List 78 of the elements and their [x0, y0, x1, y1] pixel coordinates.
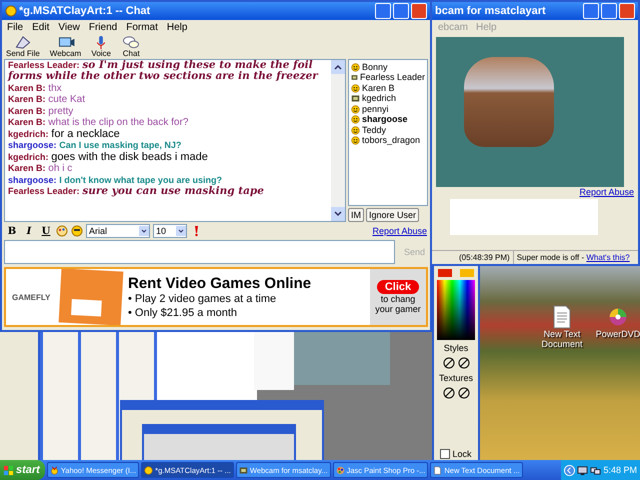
- menu-item[interactable]: Friend: [88, 22, 118, 33]
- palette-icon: [336, 466, 345, 474]
- chat-message: Karen B: oh i c: [8, 163, 74, 175]
- text-file-icon[interactable]: [552, 305, 572, 329]
- chat-message: kgedrich: goes with the disk beads i made: [8, 152, 209, 164]
- member-item[interactable]: Bonny: [351, 62, 425, 72]
- clock: 5:48 PM: [603, 465, 637, 475]
- color-picker[interactable]: [437, 280, 475, 340]
- speech-bubbles-icon: [121, 34, 142, 50]
- close-button[interactable]: [619, 3, 635, 19]
- ad-heading: Rent Video Games Online: [128, 274, 312, 292]
- chat-message: shargoose: Can I use masking tape, NJ?: [8, 140, 182, 152]
- message-input[interactable]: [4, 240, 395, 264]
- lock-checkbox[interactable]: Lock: [440, 449, 472, 459]
- toolbar-button[interactable]: Send File: [6, 34, 40, 59]
- ad-bullet: • Play 2 video games at a time: [128, 292, 278, 306]
- section-label: Styles: [444, 343, 468, 353]
- desktop-icon-label[interactable]: PowerDVD: [596, 329, 640, 339]
- windows-logo-icon: [3, 464, 14, 476]
- chat-message: Karen B: pretty: [8, 106, 74, 118]
- scroll-up-icon[interactable]: [331, 60, 345, 74]
- bold-button[interactable]: B: [5, 224, 19, 238]
- menu-item[interactable]: Help: [166, 22, 188, 33]
- background-swatch[interactable]: [460, 269, 474, 277]
- member-item[interactable]: tobors_dragon: [351, 135, 425, 146]
- menu-item[interactable]: File: [7, 22, 24, 33]
- minimize-button[interactable]: [375, 2, 391, 19]
- member-item[interactable]: Fearless Leader: [351, 72, 425, 83]
- chat-message: Fearless Leader: sure you can use masking tape: [8, 186, 265, 198]
- scrollbar[interactable]: [331, 60, 345, 222]
- whats-this-link[interactable]: What's this?: [586, 253, 630, 262]
- window-title: *g.MSATClayArt:1 -- Chat: [19, 4, 152, 17]
- brand-logo: GAMEFLY: [11, 292, 52, 302]
- minimize-button[interactable]: [583, 3, 599, 19]
- monitor-icon[interactable]: [577, 464, 588, 476]
- envelope-picture: [58, 269, 124, 325]
- font-dropdown[interactable]: Arial: [86, 224, 150, 238]
- maximize-button[interactable]: [601, 3, 617, 19]
- member-item[interactable]: Karen B: [351, 82, 425, 94]
- menu-item[interactable]: Format: [126, 22, 158, 33]
- maximize-button[interactable]: [393, 2, 409, 19]
- chat-message: Karen B: what is the clip on the back for?: [8, 117, 190, 129]
- ad-text: your gamer: [375, 304, 421, 314]
- toolbar-button[interactable]: Chat: [121, 34, 142, 59]
- report-abuse-link[interactable]: Report Abuse: [372, 226, 427, 236]
- window-title: bcam for msatclayart: [435, 5, 547, 17]
- member-item[interactable]: shargoose: [351, 114, 425, 125]
- member-item[interactable]: kgedrich: [351, 93, 425, 104]
- chat-message: Karen B: cute Kat: [8, 94, 86, 106]
- scroll-down-icon[interactable]: [331, 207, 345, 222]
- menu-item[interactable]: View: [58, 22, 80, 33]
- member-item[interactable]: pennyi: [351, 104, 425, 114]
- chat-message: kgedrich: for a necklace: [8, 128, 121, 140]
- member-item[interactable]: Teddy: [351, 124, 425, 136]
- foreground-swatch[interactable]: [438, 269, 452, 277]
- status-text: Super mode is off -: [516, 253, 586, 262]
- chat-message: Karen B: thx: [8, 82, 63, 94]
- ad-bullet: • Only $21.95 a month: [128, 306, 238, 320]
- section-label: Textures: [438, 373, 473, 383]
- size-dropdown[interactable]: 10: [153, 224, 187, 238]
- list-button[interactable]: IM: [348, 208, 364, 222]
- toolbar-button[interactable]: Voice: [91, 34, 112, 59]
- chat-message: Fearless Leader: so I'm just using these to make the foil forms while the other two sections are in the freezer: [8, 60, 320, 83]
- close-button[interactable]: [411, 2, 427, 19]
- italic-button[interactable]: I: [22, 224, 36, 238]
- desktop-icon-label[interactable]: New Text Document: [540, 329, 584, 349]
- advertisement-banner[interactable]: GAMEFLY Rent Video Games Online • Play 2 video games at a time • Only $21.95 a month Click to chang your gamer: [4, 267, 428, 327]
- underline-button[interactable]: U: [39, 224, 53, 238]
- toolbar-button[interactable]: Webcam: [50, 34, 82, 59]
- palette-icon[interactable]: [56, 225, 68, 238]
- click-button[interactable]: Click: [376, 280, 420, 294]
- menu-item[interactable]: Edit: [32, 22, 50, 33]
- report-abuse-link[interactable]: Report Abuse: [579, 187, 634, 197]
- network-icon[interactable]: [590, 464, 602, 476]
- ad-text: to chang: [380, 294, 416, 304]
- timestamp: (05:48:39 PM): [456, 251, 514, 264]
- chat-message: shargoose: I don't know what tape you are using?: [8, 174, 223, 186]
- list-button[interactable]: Ignore User: [366, 208, 420, 222]
